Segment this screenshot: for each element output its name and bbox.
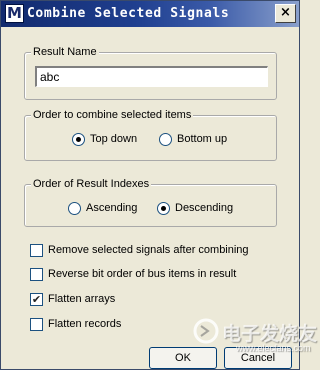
flatten-records-label: Flatten records [48, 318, 122, 330]
result-index-order-legend: Order of Result Indexes [31, 177, 152, 191]
combine-signals-dialog: M Combine Selected Signals × Result Name… [0, 0, 317, 370]
reverse-bit-order-checkbox[interactable] [30, 268, 43, 281]
combine-order-group: Order to combine selected items Top down… [24, 108, 277, 161]
result-name-legend: Result Name [31, 45, 99, 59]
result-name-group: Result Name [24, 45, 277, 100]
watermark-logo-icon [193, 318, 219, 344]
result-index-order-group: Order of Result Indexes Ascending Descen… [24, 177, 277, 227]
flatten-arrays-checkbox[interactable]: ✔ [30, 293, 43, 306]
flatten-arrays-label: Flatten arrays [48, 293, 116, 305]
radio-label-ascending: Ascending [86, 202, 138, 214]
radio-button-top-down[interactable] [72, 133, 85, 146]
title-bar[interactable]: M Combine Selected Signals × [1, 1, 299, 27]
window-title: Combine Selected Signals [27, 6, 230, 21]
result-name-input[interactable] [35, 66, 268, 87]
ok-button[interactable]: OK [149, 347, 217, 369]
radio-button-bottom-up[interactable] [159, 133, 172, 146]
radio-button-descending[interactable] [157, 202, 170, 215]
radio-label-descending: Descending [175, 202, 234, 214]
combine-order-legend: Order to combine selected items [31, 108, 194, 122]
cancel-button[interactable]: Cancel [224, 347, 292, 369]
watermark-text: 电子发烧友 [222, 323, 318, 345]
close-button[interactable]: × [275, 4, 296, 23]
radio-button-ascending[interactable] [68, 202, 81, 215]
remove-signals-label: Remove selected signals after combining [48, 244, 249, 256]
radio-label-top-down: Top down [90, 133, 138, 145]
reverse-bit-order-label: Reverse bit order of bus items in result [48, 268, 237, 280]
remove-signals-checkbox[interactable] [30, 244, 43, 257]
app-icon: M [5, 4, 24, 23]
flatten-records-checkbox[interactable] [30, 318, 43, 331]
radio-label-bottom-up: Bottom up [177, 133, 228, 145]
